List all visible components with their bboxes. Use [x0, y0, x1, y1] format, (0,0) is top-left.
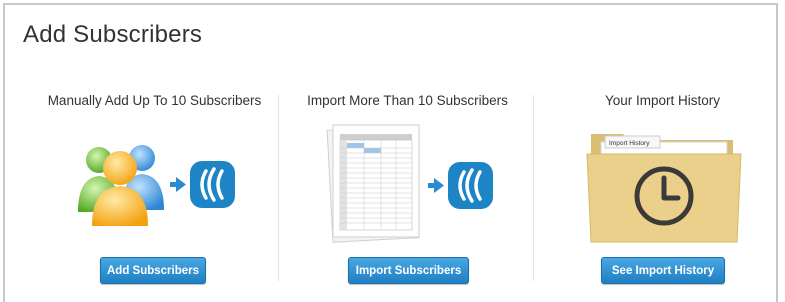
import-illustration: [326, 124, 493, 243]
spreadsheet-icon: [326, 124, 420, 243]
manual-add-illustration: [78, 145, 235, 226]
import-heading: Import More Than 10 Subscribers: [307, 93, 508, 108]
brand-logo-icon: [448, 162, 493, 209]
folder-icon: Import History: [586, 134, 742, 243]
arrow-right-icon: [170, 177, 186, 192]
manual-add-heading: Manually Add Up To 10 Subscribers: [47, 93, 262, 108]
brand-logo-icon: [190, 161, 235, 208]
add-subscribers-panel: Add Subscribers Manually Add Up To 10 Su…: [3, 3, 778, 302]
arrow-right-icon: [428, 178, 444, 193]
users-icon: [78, 145, 164, 226]
folder-tab-label: Import History: [609, 140, 650, 147]
manual-add-section: Manually Add Up To 10 Subscribers Add Su…: [27, 5, 282, 300]
section-divider: [278, 95, 279, 281]
import-history-heading: Your Import History: [604, 93, 721, 108]
import-section: Import More Than 10 Subscribers Import S…: [280, 5, 535, 300]
import-history-section: Your Import History Import History See I…: [535, 5, 785, 300]
see-import-history-button[interactable]: See Import History: [601, 257, 725, 284]
add-subscribers-button[interactable]: Add Subscribers: [100, 257, 206, 284]
import-subscribers-button[interactable]: Import Subscribers: [348, 257, 469, 284]
section-divider: [533, 95, 534, 281]
